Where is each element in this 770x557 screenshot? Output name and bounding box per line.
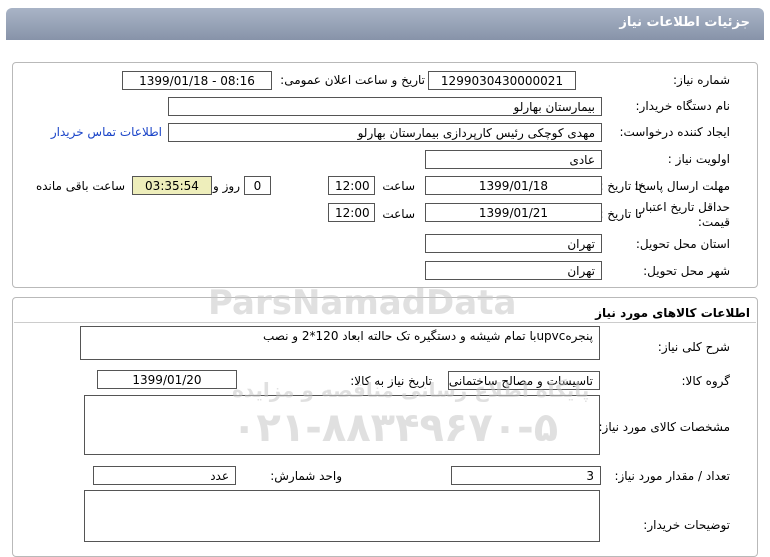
priority-label: اولویت نیاز : xyxy=(667,152,730,166)
requester-label: ایجاد کننده درخواست: xyxy=(619,125,730,139)
validity-label: حداقل تاریخ اعتبار قیمت: xyxy=(639,200,730,229)
summary-field: پنجرهupvcبا تمام شیشه و دستگیره تک حالته… xyxy=(80,326,600,360)
watermark-phone: ۰۲۱-۸۸۳۴۹۶۷۰-۵ xyxy=(232,405,559,451)
priority-field: عادی xyxy=(425,150,602,169)
qty-label: تعداد / مقدار مورد نیاز: xyxy=(614,469,730,483)
unit-field: عدد xyxy=(93,466,236,485)
validity-time-field: 12:00 xyxy=(328,203,375,222)
buyer-org-label: نام دستگاه خریدار: xyxy=(635,99,731,113)
city-label: شهر محل تحویل: xyxy=(643,264,730,278)
watermark-brand: ParsNamadData xyxy=(208,283,517,323)
remaining-label: ساعت باقی مانده xyxy=(35,179,125,193)
reply-time-label: ساعت xyxy=(382,179,415,193)
remaining-time-field: 03:35:54 xyxy=(132,176,212,195)
validity-to-date-label: تا تاریخ : xyxy=(599,207,642,221)
qty-field: 3 xyxy=(451,466,601,485)
need-number-field: 1299030430000021 xyxy=(428,71,576,90)
page-title: جزئیات اطلاعات نیاز xyxy=(619,15,750,30)
need-date-field: 1399/01/20 xyxy=(97,370,237,389)
validity-time-label: ساعت xyxy=(382,207,415,221)
province-field: تهران xyxy=(425,234,602,253)
specs-label: مشخصات کالای مورد نیاز: xyxy=(598,420,730,434)
buyer-org-field: بیمارستان بهارلو xyxy=(168,97,602,116)
watermark-tagline: پایگاه اطلاع رسانی مناقصه و مزایده xyxy=(232,378,590,402)
announce-label: تاریخ و ساعت اعلان عمومی: xyxy=(280,73,425,87)
contact-buyer-link[interactable]: اطلاعات تماس خریدار xyxy=(51,125,162,139)
reply-deadline-label: مهلت ارسال پاسخ: xyxy=(634,179,730,193)
validity-date-field: 1399/01/21 xyxy=(425,203,602,222)
requester-field: مهدی کوچکی رئیس کارپردازی بیمارستان بهار… xyxy=(168,123,602,142)
unit-label: واحد شمارش: xyxy=(270,469,342,483)
days-field: 0 xyxy=(244,176,271,195)
buyer-notes-field xyxy=(84,490,600,542)
city-field: تهران xyxy=(425,261,602,280)
announce-field: 1399/01/18 - 08:16 xyxy=(122,71,272,90)
reply-time-field: 12:00 xyxy=(328,176,375,195)
buyer-notes-label: توضیحات خریدار: xyxy=(643,518,730,532)
group-label: گروه کالا: xyxy=(681,374,731,388)
page-header: جزئیات اطلاعات نیاز xyxy=(6,8,764,40)
days-label: روز و xyxy=(213,179,240,193)
reply-to-date-label: تا تاریخ : xyxy=(599,179,642,193)
reply-date-field: 1399/01/18 xyxy=(425,176,602,195)
province-label: استان محل تحویل: xyxy=(635,237,730,251)
summary-label: شرح کلی نیاز: xyxy=(657,340,730,354)
goods-section-title: اطلاعات کالاهای مورد نیاز xyxy=(595,306,750,320)
need-number-label: شماره نیاز: xyxy=(673,73,730,87)
need-info-panel xyxy=(12,62,758,288)
